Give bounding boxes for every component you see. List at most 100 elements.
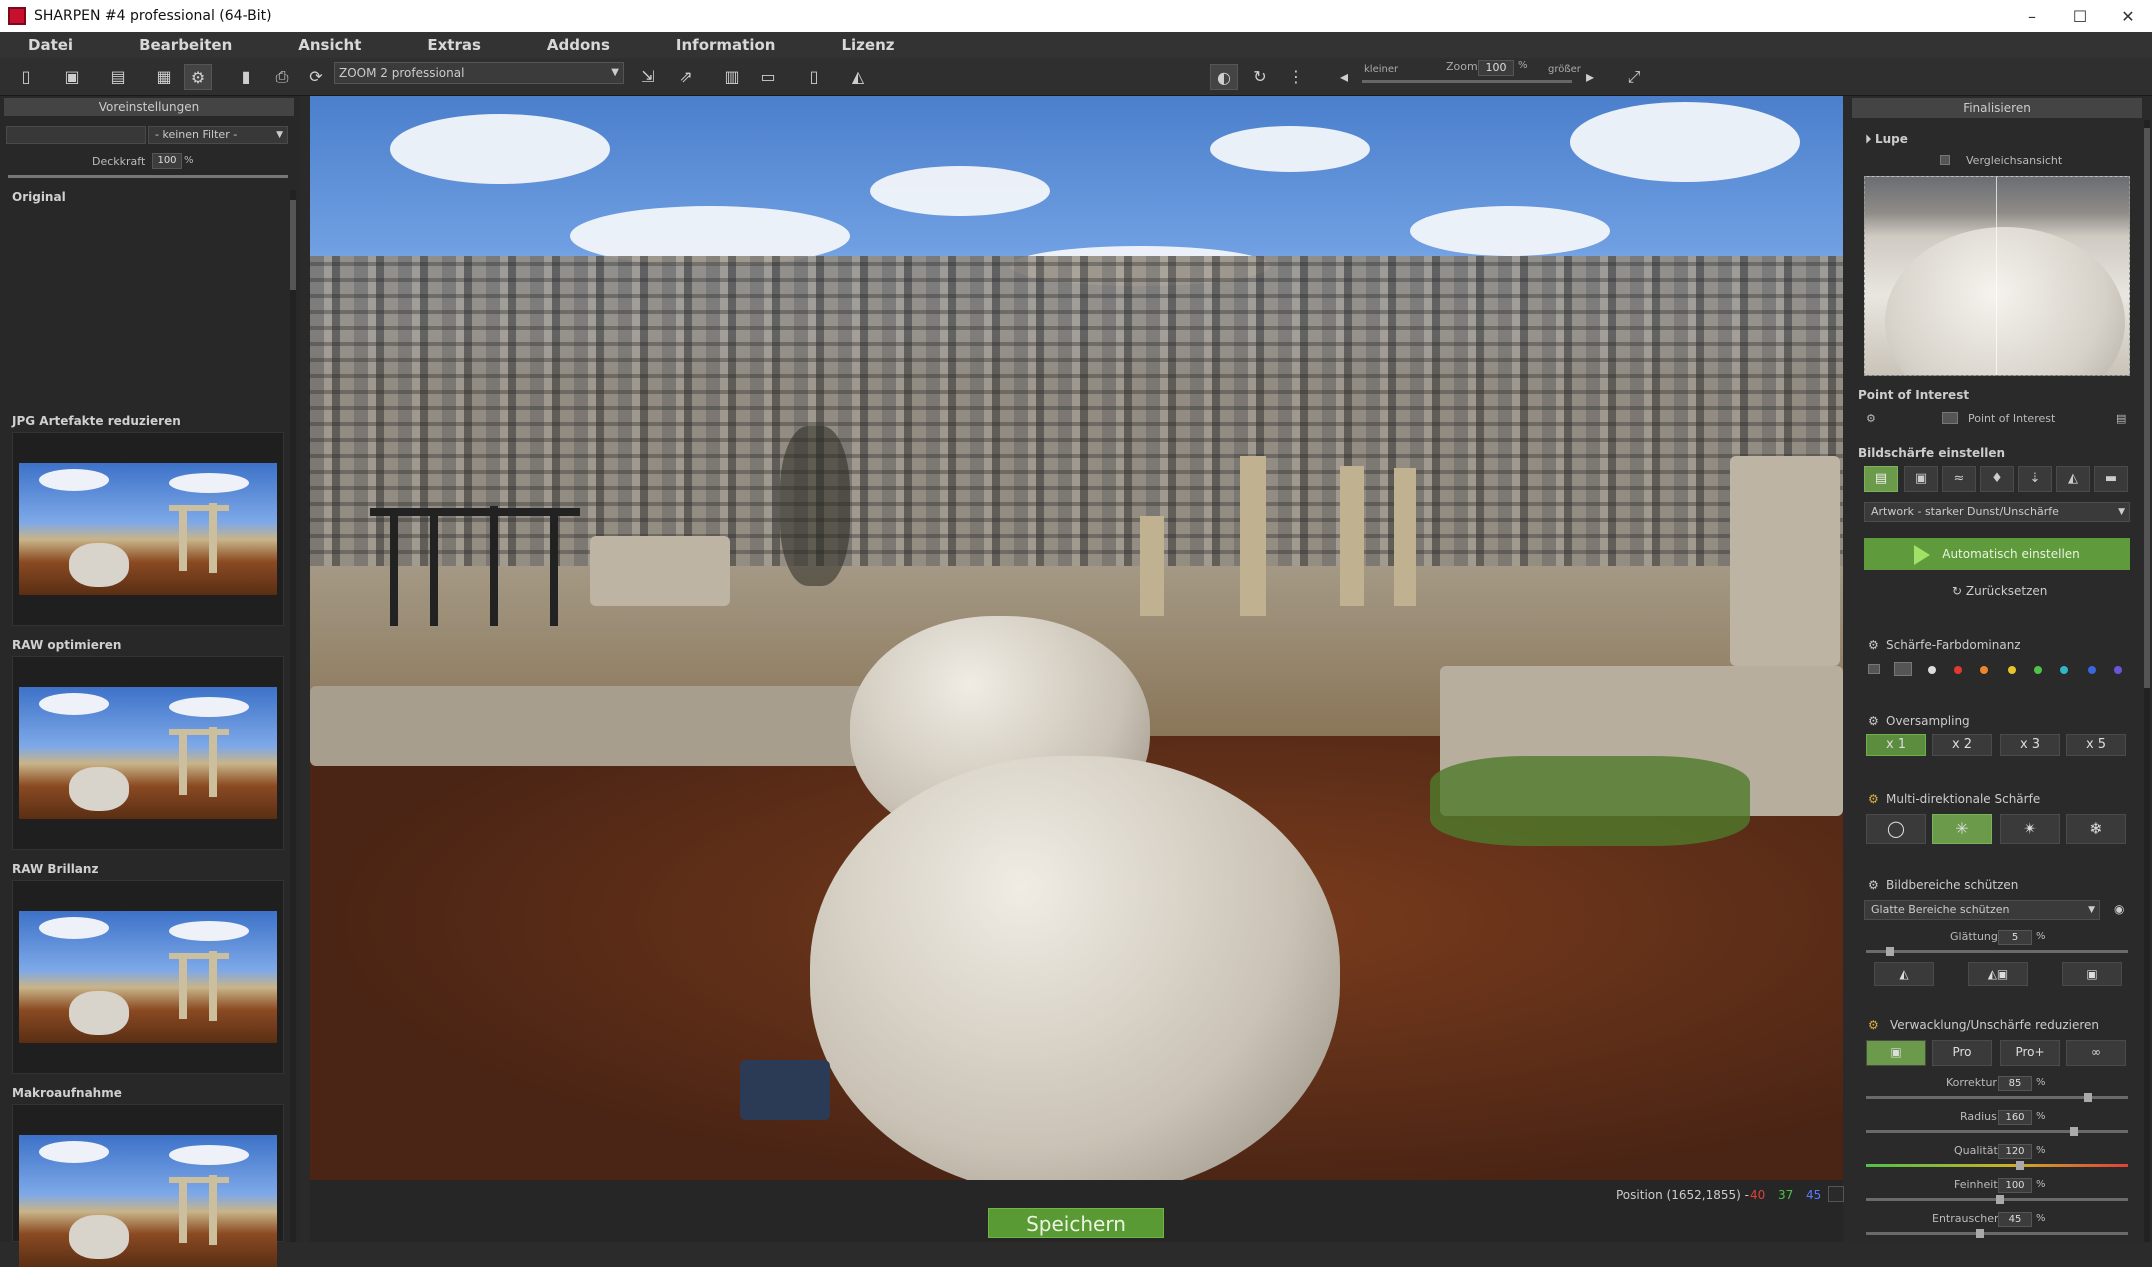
feinheit-value[interactable]: 100 xyxy=(1998,1178,2032,1193)
refresh-icon[interactable]: ⟳ xyxy=(302,64,330,90)
radius-slider[interactable] xyxy=(1866,1127,2128,1136)
view-active-icon[interactable]: ◐ xyxy=(1210,64,1238,90)
rotate-icon[interactable]: ↻ xyxy=(1246,64,1274,90)
oversampling-x1[interactable]: x 1 xyxy=(1866,734,1926,756)
dominance-blue[interactable] xyxy=(2088,666,2096,674)
sharp-mode-person-icon[interactable]: ⇣ xyxy=(2018,466,2052,492)
oversampling-x3[interactable]: x 3 xyxy=(2000,734,2060,756)
page-icon[interactable]: ▥ xyxy=(718,64,746,90)
compare-checkbox[interactable] xyxy=(1940,155,1950,165)
sharpness-preset-dropdown[interactable]: Artwork - starker Dunst/Unschärfe ▼ xyxy=(1864,502,2130,522)
menu-addons[interactable]: Addons xyxy=(547,36,610,54)
zoom-value[interactable]: 100 xyxy=(1478,60,1514,76)
preset-raw-brillanz[interactable] xyxy=(12,880,284,1074)
preset-search-input[interactable] xyxy=(6,126,146,144)
poi-list-icon[interactable]: ▤ xyxy=(2116,412,2126,425)
histogram-icon[interactable]: ◭ xyxy=(844,64,872,90)
sharp-mode-wave-icon[interactable]: ≈ xyxy=(1942,466,1976,492)
preset-makroaufnahme[interactable] xyxy=(12,1104,284,1267)
sharp-mode-screen-icon[interactable]: ▬ xyxy=(2094,466,2128,492)
poi-gear-icon[interactable]: ⚙ xyxy=(1866,412,1876,425)
menu-extras[interactable]: Extras xyxy=(427,36,481,54)
oversampling-x5[interactable]: x 5 xyxy=(2066,734,2126,756)
main-image-canvas[interactable] xyxy=(310,96,1843,1180)
dominance-orange[interactable] xyxy=(1980,666,1988,674)
smoothing-slider[interactable] xyxy=(1866,947,2128,956)
dominance-auto-icon[interactable] xyxy=(1894,662,1912,676)
fit-icon[interactable]: ⤢ xyxy=(1620,64,1648,90)
slider-knob[interactable] xyxy=(2016,1161,2024,1170)
zoom-out-icon[interactable]: ◂ xyxy=(1330,64,1358,90)
protect-camera-icon[interactable]: ▣ xyxy=(2062,962,2122,986)
protect-mask-icon[interactable]: ◭ xyxy=(1874,962,1934,986)
qualitaet-value[interactable]: 120 xyxy=(1998,1144,2032,1159)
oversampling-gear-icon[interactable]: ⚙ xyxy=(1868,714,1879,728)
raw-icon[interactable]: ▦ xyxy=(150,64,178,90)
multidir-2-icon[interactable]: ✳ xyxy=(1932,814,1992,844)
dominance-green[interactable] xyxy=(2034,666,2042,674)
presets-scrollbar[interactable] xyxy=(290,190,296,1242)
slider-knob[interactable] xyxy=(1996,1195,2004,1204)
menu-bearbeiten[interactable]: Bearbeiten xyxy=(139,36,232,54)
maximize-button[interactable]: ☐ xyxy=(2056,7,2104,26)
scrollbar-thumb[interactable] xyxy=(290,200,296,290)
save-icon[interactable]: ▮ xyxy=(232,64,260,90)
compare-divider[interactable] xyxy=(1996,177,1997,375)
korrektur-slider[interactable] xyxy=(1866,1093,2128,1102)
menu-lizenz[interactable]: Lizenz xyxy=(841,36,894,54)
feinheit-slider[interactable] xyxy=(1866,1195,2128,1204)
auto-adjust-button[interactable]: Automatisch einstellen xyxy=(1864,538,2130,570)
sharp-mode-drop-icon[interactable]: ♦ xyxy=(1980,466,2014,492)
qualitaet-slider[interactable] xyxy=(1866,1161,2128,1170)
more-icon[interactable]: ⋮ xyxy=(1282,64,1310,90)
opacity-slider[interactable] xyxy=(8,175,288,178)
smoothing-value[interactable]: 5 xyxy=(1998,930,2032,945)
shake-mode-basic-icon[interactable]: ▣ xyxy=(1866,1040,1926,1066)
multidir-4-icon[interactable]: ✴ xyxy=(2000,814,2060,844)
protect-mask-camera-icon[interactable]: ◭▣ xyxy=(1968,962,2028,986)
scrollbar-thumb[interactable] xyxy=(2144,128,2150,688)
oversampling-x2[interactable]: x 2 xyxy=(1932,734,1992,756)
reset-button[interactable]: ↻ Zurücksetzen xyxy=(1952,584,2047,598)
filter-dropdown[interactable]: - keinen Filter - ▼ xyxy=(148,126,288,144)
minimize-button[interactable]: – xyxy=(2008,7,2056,26)
export-icon[interactable]: ⇲ xyxy=(634,64,662,90)
multidir-off-icon[interactable]: ◯ xyxy=(1866,814,1926,844)
zoom-slider[interactable] xyxy=(1362,80,1572,83)
opacity-value[interactable]: 100 xyxy=(152,153,182,169)
presets-header[interactable]: Voreinstellungen xyxy=(4,98,294,116)
print-icon[interactable]: ⎙ xyxy=(268,64,296,90)
slider-knob[interactable] xyxy=(1976,1229,1984,1238)
save-button[interactable]: Speichern xyxy=(988,1208,1164,1238)
batch-icon[interactable]: ▤ xyxy=(104,64,132,90)
menu-datei[interactable]: Datei xyxy=(28,36,73,54)
finalize-scrollbar[interactable] xyxy=(2144,120,2150,1242)
settings-active-icon[interactable]: ⚙ xyxy=(184,64,212,90)
shake-mode-link-icon[interactable]: ∞ xyxy=(2066,1040,2126,1066)
slider-knob[interactable] xyxy=(1886,947,1894,956)
dominance-violet[interactable] xyxy=(2114,666,2122,674)
preset-raw-optimieren[interactable] xyxy=(12,656,284,850)
dominance-white[interactable] xyxy=(1928,666,1936,674)
radius-value[interactable]: 160 xyxy=(1998,1110,2032,1125)
poi-icon[interactable] xyxy=(1942,412,1958,424)
protect-eye-icon[interactable]: ◉ xyxy=(2114,902,2124,916)
close-button[interactable]: ✕ xyxy=(2104,7,2152,26)
sharp-mode-photo-icon[interactable]: ▤ xyxy=(1864,466,1898,492)
protect-gear-icon[interactable]: ⚙ xyxy=(1868,878,1879,892)
new-file-icon[interactable]: ▯ xyxy=(12,64,40,90)
dominance-red[interactable] xyxy=(1954,666,1962,674)
sharp-mode-landscape-icon[interactable]: ◭ xyxy=(2056,466,2090,492)
shake-mode-pro[interactable]: Pro xyxy=(1932,1040,1992,1066)
share-icon[interactable]: ⇗ xyxy=(672,64,700,90)
display-icon[interactable]: ▭ xyxy=(754,64,782,90)
color-dominance-gear-icon[interactable]: ⚙ xyxy=(1868,638,1879,652)
shake-mode-proplus[interactable]: Pro+ xyxy=(2000,1040,2060,1066)
menu-information[interactable]: Information xyxy=(676,36,776,54)
multidir-gear-icon[interactable]: ⚙ xyxy=(1868,792,1879,806)
protect-dropdown[interactable]: Glatte Bereiche schützen ▼ xyxy=(1864,900,2100,920)
slider-knob[interactable] xyxy=(2084,1093,2092,1102)
dominance-cyan[interactable] xyxy=(2060,666,2068,674)
slider-knob[interactable] xyxy=(2070,1127,2078,1136)
korrektur-value[interactable]: 85 xyxy=(1998,1076,2032,1091)
